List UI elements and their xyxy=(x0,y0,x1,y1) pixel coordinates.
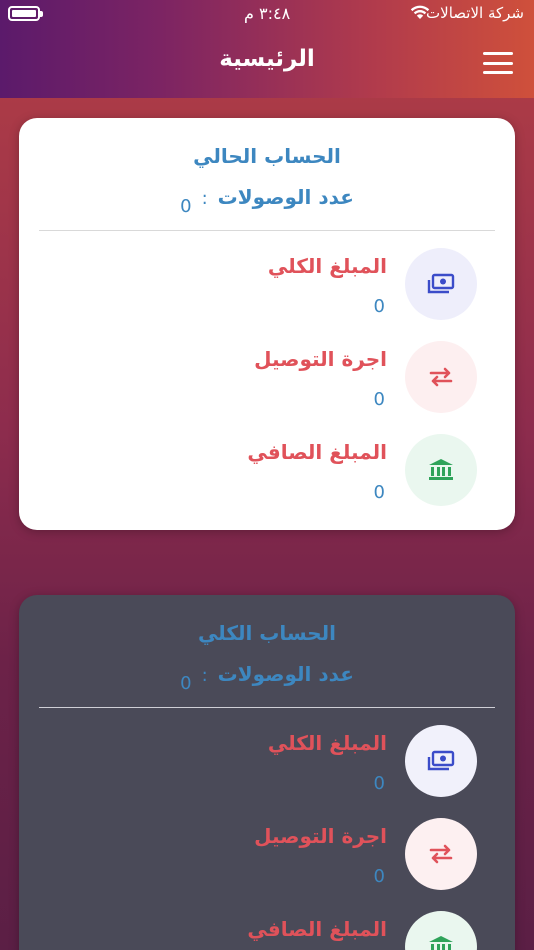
bank-icon-circle xyxy=(405,434,477,506)
transfer-icon xyxy=(429,844,453,864)
receipts-colon: : xyxy=(201,665,208,686)
delivery-fee-row: اجرة التوصيل 0 xyxy=(19,341,515,421)
carrier-name: شركة الاتصالات xyxy=(426,4,524,22)
delivery-fee-value: 0 xyxy=(373,866,385,887)
net-amount-label: المبلغ الصافي xyxy=(247,440,387,464)
bank-icon xyxy=(429,936,453,950)
net-amount-row: المبلغ الصافي 0 xyxy=(19,911,515,950)
transfer-icon-circle xyxy=(405,818,477,890)
net-amount-value: 0 xyxy=(373,482,385,503)
total-amount-row: المبلغ الكلي 0 xyxy=(19,248,515,328)
receipts-count-value: 0 xyxy=(180,196,192,217)
current-account-card: الحساب الحالي 0 : عدد الوصولات المبلغ ال… xyxy=(19,118,515,530)
receipts-count-row: 0 : عدد الوصولات xyxy=(19,185,515,217)
current-account-title: الحساب الحالي xyxy=(193,144,341,168)
bank-icon-circle xyxy=(405,911,477,950)
money-icon-circle xyxy=(405,725,477,797)
battery-icon xyxy=(8,6,43,21)
total-amount-label: المبلغ الكلي xyxy=(267,731,387,755)
delivery-fee-label: اجرة التوصيل xyxy=(254,824,387,848)
total-amount-row: المبلغ الكلي 0 xyxy=(19,725,515,805)
delivery-fee-value: 0 xyxy=(373,389,385,410)
total-amount-label: المبلغ الكلي xyxy=(267,254,387,278)
money-icon-circle xyxy=(405,248,477,320)
money-icon xyxy=(427,273,455,294)
menu-button[interactable] xyxy=(483,52,513,74)
money-icon xyxy=(427,750,455,771)
total-account-card: الحساب الكلي 0 : عدد الوصولات المبلغ الك… xyxy=(19,595,515,950)
receipts-count-value: 0 xyxy=(180,673,192,694)
page-title: الرئيسية xyxy=(219,46,315,72)
receipts-count-label: عدد الوصولات xyxy=(217,662,354,686)
bank-icon xyxy=(429,459,453,480)
total-amount-value: 0 xyxy=(373,773,385,794)
receipts-count-label: عدد الوصولات xyxy=(217,185,354,209)
menu-icon xyxy=(483,52,513,55)
delivery-fee-label: اجرة التوصيل xyxy=(254,347,387,371)
status-time: ٣:٤٨ م xyxy=(244,4,291,23)
app-header: ٣:٤٨ م شركة الاتصالات الرئيسية xyxy=(0,0,534,98)
transfer-icon-circle xyxy=(405,341,477,413)
receipts-colon: : xyxy=(201,188,208,209)
divider xyxy=(39,230,495,231)
transfer-icon xyxy=(429,367,453,387)
receipts-count-row: 0 : عدد الوصولات xyxy=(19,662,515,694)
net-amount-label: المبلغ الصافي xyxy=(247,917,387,941)
total-amount-value: 0 xyxy=(373,296,385,317)
delivery-fee-row: اجرة التوصيل 0 xyxy=(19,818,515,898)
net-amount-row: المبلغ الصافي 0 xyxy=(19,434,515,514)
divider xyxy=(39,707,495,708)
status-bar: ٣:٤٨ م شركة الاتصالات xyxy=(0,0,534,28)
total-account-title: الحساب الكلي xyxy=(197,621,337,645)
